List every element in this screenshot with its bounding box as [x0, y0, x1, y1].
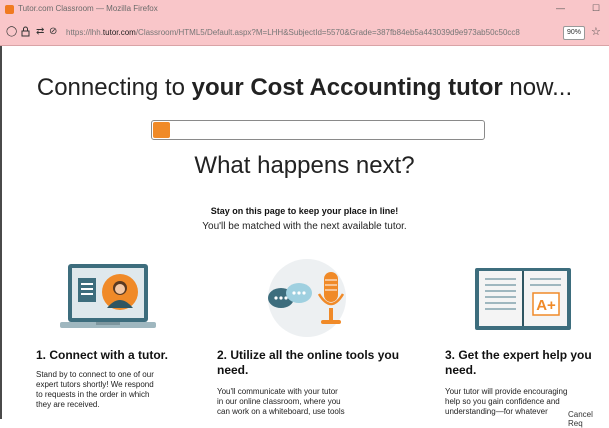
tutor-favicon-icon: [5, 5, 14, 14]
laptop-tutor-icon: [60, 262, 156, 338]
permissions-icon[interactable]: ⇄: [36, 26, 44, 37]
section-heading: What happens next?: [194, 152, 415, 179]
minimize-button[interactable]: —: [556, 3, 565, 13]
step-2-description: You'll communicate with your tutor in ou…: [217, 387, 345, 416]
step-1-description: Stand by to connect to one of our expert…: [36, 370, 154, 409]
step-2-title: 2. Utilize all the online tools you need…: [217, 348, 400, 377]
maximize-button[interactable]: ☐: [592, 3, 600, 14]
url-field[interactable]: https://lhh.tutor.com/Classroom/HTML5/De…: [66, 28, 552, 37]
step-3-description: Your tutor will provide encouraging help…: [445, 387, 568, 416]
shield-icon[interactable]: ◯: [6, 26, 17, 37]
stay-notice: Stay on this page to keep your place in …: [210, 206, 399, 216]
bookmark-star-icon[interactable]: ☆: [591, 25, 601, 38]
step-3-title: 3. Get the expert help you need.: [445, 348, 592, 377]
window-title: Tutor.com Classroom — Mozilla Firefox: [18, 4, 158, 13]
matched-notice: You'll be matched with the next availabl…: [202, 221, 407, 232]
lock-icon[interactable]: [21, 26, 30, 40]
progress-fill: [153, 122, 170, 138]
step-1-title: 1. Connect with a tutor.: [36, 348, 169, 362]
cancel-request-link[interactable]: Cancel Req: [568, 410, 609, 428]
browser-titlebar: Tutor.com Classroom — Mozilla Firefox — …: [0, 0, 609, 20]
chat-microphone-icon: [255, 258, 359, 338]
zoom-level[interactable]: 90%: [563, 26, 585, 40]
address-bar: ◯ ⇄ ⊘ https://lhh.tutor.com/Classroom/HT…: [0, 20, 609, 46]
open-book-grade-icon: A+: [475, 266, 571, 332]
camera-blocked-icon[interactable]: ⊘: [49, 26, 57, 37]
page-title: Connecting to your Cost Accounting tutor…: [36, 74, 573, 101]
queue-progress-bar: [151, 120, 485, 140]
svg-text:A+: A+: [536, 297, 556, 314]
